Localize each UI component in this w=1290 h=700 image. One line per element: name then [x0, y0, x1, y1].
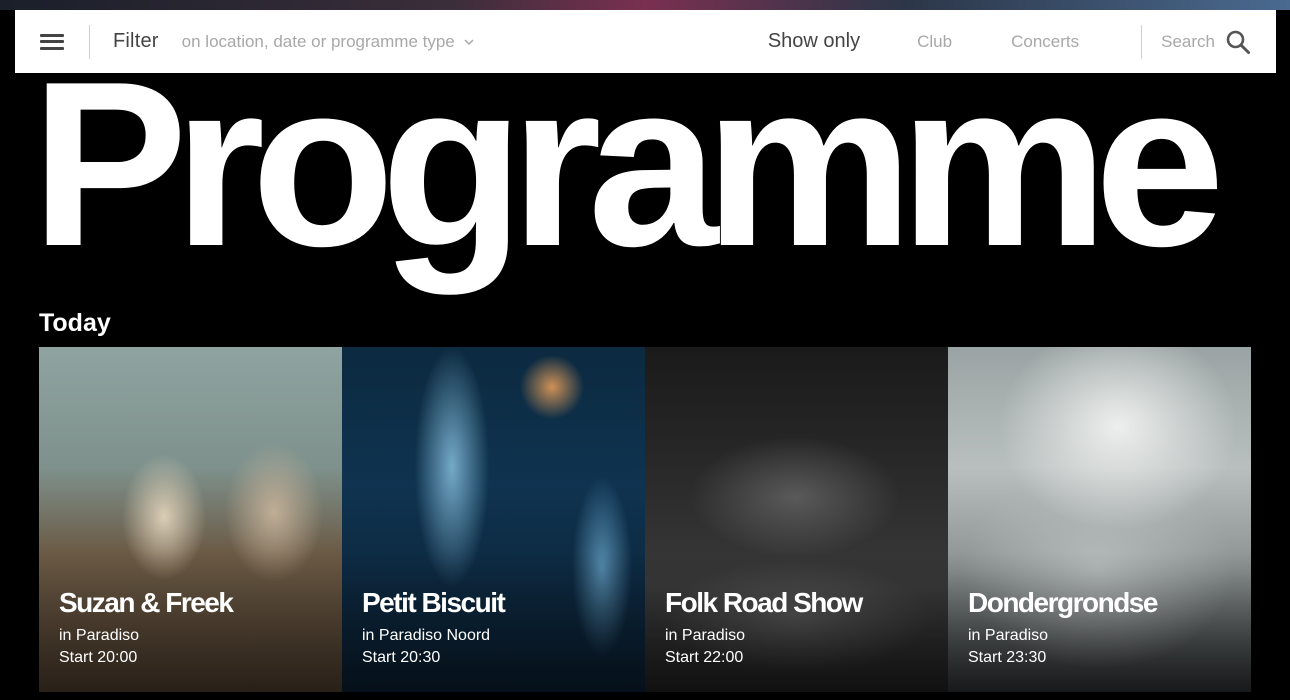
event-start: Start 20:30: [362, 649, 441, 666]
event-name: Folk Road Show: [665, 587, 863, 618]
event-name: Suzan & Freek: [59, 587, 234, 618]
event-start: Start 22:00: [665, 649, 744, 666]
event-venue: in Paradiso Noord: [362, 627, 491, 644]
header-image-strip: [0, 0, 1290, 10]
event-card[interactable]: Suzan & Freek in Paradiso Start 20:00: [39, 347, 342, 692]
event-venue: in Paradiso: [968, 627, 1049, 644]
page-title: Programme: [31, 32, 1225, 295]
event-start: Start 23:30: [968, 649, 1047, 666]
search-icon: [1226, 30, 1250, 54]
section-title: Today: [39, 309, 111, 337]
event-card[interactable]: Dondergrondse in Paradiso Start 23:30: [948, 347, 1251, 692]
event-name: Petit Biscuit: [362, 587, 506, 618]
event-card[interactable]: Folk Road Show in Paradiso Start 22:00: [645, 347, 948, 692]
event-venue: in Paradiso: [59, 627, 140, 644]
event-venue: in Paradiso: [665, 627, 746, 644]
event-grid: Suzan & Freek in Paradiso Start 20:00 Pe…: [39, 347, 1252, 692]
event-name: Dondergrondse: [968, 587, 1158, 618]
event-start: Start 20:00: [59, 649, 138, 666]
event-card[interactable]: Petit Biscuit in Paradiso Noord Start 20…: [342, 347, 645, 692]
